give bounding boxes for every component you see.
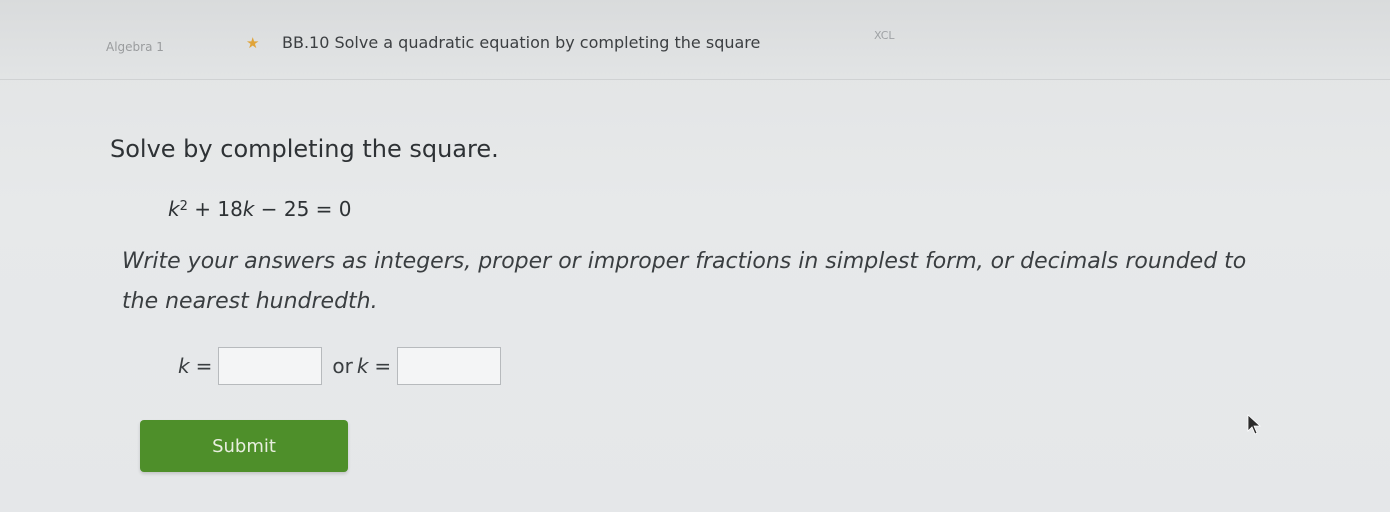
equation-middle: + 18 [187, 197, 243, 221]
answer-variable-2: k [356, 354, 369, 378]
equation-exponent: 2 [179, 199, 188, 214]
answer-instructions: Write your answers as integers, proper o… [122, 249, 1247, 314]
equals-sign-2: = [374, 354, 392, 378]
equation-tail: − 25 = 0 [254, 197, 352, 221]
star-icon: ★ [246, 34, 260, 52]
equation-variable-2: k [242, 197, 255, 221]
breadcrumb-course[interactable]: Algebra 1 [106, 40, 164, 54]
breadcrumb: Algebra 1 ★ BB.10 Solve a quadratic equa… [0, 0, 1390, 80]
equation: k2 + 18 k − 25 = 0 [168, 197, 352, 221]
equation-variable: k [168, 197, 180, 221]
second-answer-input[interactable] [397, 347, 502, 385]
answer-row: k = or k = [178, 347, 502, 385]
first-answer-input[interactable] [218, 347, 323, 385]
skill-code: XCL [874, 29, 895, 42]
submit-button[interactable]: Submit [140, 420, 348, 472]
mouse-cursor-icon [1247, 414, 1262, 435]
answer-variable: k [178, 354, 190, 378]
breadcrumb-skill: BB.10 Solve a quadratic equation by comp… [282, 33, 761, 52]
screen: Algebra 1 ★ BB.10 Solve a quadratic equa… [0, 0, 1390, 512]
question-prompt: Solve by completing the square. [110, 135, 499, 163]
equals-sign: = [195, 354, 213, 378]
or-label: or [332, 354, 353, 378]
